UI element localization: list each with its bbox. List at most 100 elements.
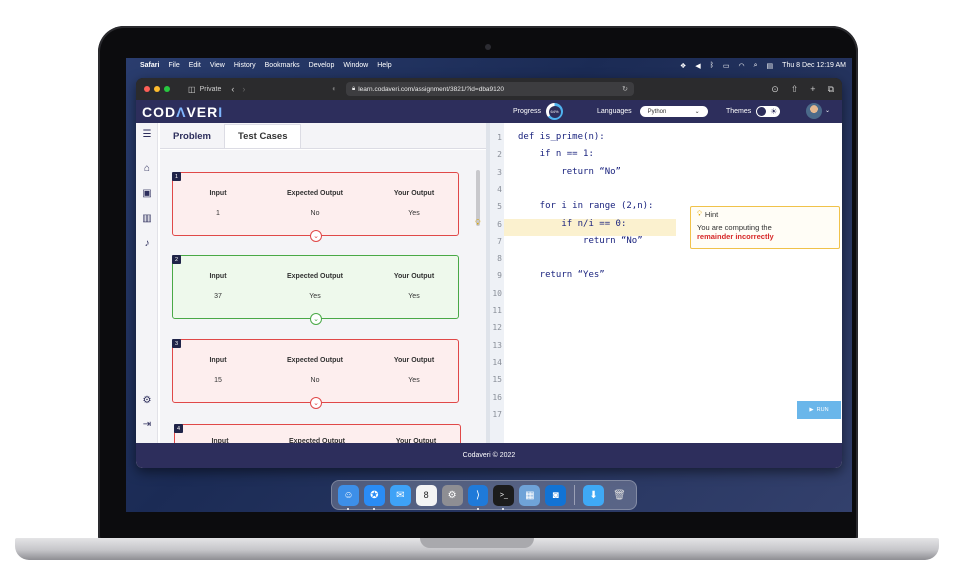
test-case-number: 3	[172, 339, 181, 348]
expand-chevron-icon[interactable]: ⌄	[310, 230, 322, 242]
mail-icon[interactable]: ✉	[389, 484, 411, 506]
bluetooth-icon[interactable]: ᛒ	[710, 62, 714, 69]
tab-test-cases[interactable]: Test Cases	[224, 124, 302, 148]
avatar[interactable]	[806, 103, 822, 119]
line-number: 4	[497, 184, 502, 194]
test-case-card: 2 Input Expected Output Your Output 37 Y…	[172, 255, 459, 325]
tab-overview-icon[interactable]: ⧉	[828, 84, 834, 95]
expected-header: Expected Output	[286, 190, 343, 197]
settings-gear-icon[interactable]: ⚙	[141, 395, 153, 407]
hint-lightbulb-icon[interactable]: 💡︎	[475, 218, 481, 228]
language-picker: Languages Python ⌄	[597, 106, 708, 117]
system-preferences-icon[interactable]: ⚙	[441, 484, 463, 506]
app-header: CODΛVERI Progress 64% Languages Python ⌄	[136, 100, 842, 123]
minimize-window-button[interactable]	[154, 86, 160, 92]
vscode-icon[interactable]: ⟩	[467, 484, 489, 510]
close-window-button[interactable]	[144, 86, 150, 92]
reload-icon[interactable]: ↻	[622, 85, 628, 93]
code-line: if n == 1:	[518, 149, 594, 160]
dropbox-icon[interactable]: ❖	[680, 62, 686, 70]
menu-help[interactable]: Help	[377, 62, 391, 69]
logout-icon[interactable]: ⇥	[141, 419, 153, 431]
run-label: RUN	[816, 407, 829, 413]
sidebar-icon[interactable]: ◫	[188, 85, 196, 94]
test-case-card: 4 Input Expected Output Your Output	[174, 424, 461, 443]
forward-icon[interactable]: ›	[242, 84, 245, 94]
menu-history[interactable]: History	[234, 62, 256, 69]
menu-bookmarks[interactable]: Bookmarks	[265, 62, 300, 69]
share-icon[interactable]: ⇧	[791, 84, 799, 95]
your-output-value: Yes	[408, 293, 420, 300]
theme-toggle[interactable]: ☀	[756, 106, 781, 117]
control-center-icon[interactable]: ▤	[767, 62, 774, 70]
bell-icon[interactable]: ♪	[141, 238, 153, 250]
menubar-clock[interactable]: Thu 8 Dec 12:19 AM	[782, 62, 846, 69]
trash-icon[interactable]: 🗑︎	[609, 485, 630, 506]
private-label: Private	[199, 85, 222, 93]
zoom-window-button[interactable]	[164, 86, 170, 92]
address-bar[interactable]: 🔒︎ learn.codaveri.com/assignment/3821/?i…	[346, 82, 634, 96]
progress-label: Progress	[513, 108, 542, 115]
account-chevron-icon[interactable]: ⌄	[825, 107, 830, 114]
laptop-notch	[420, 538, 534, 548]
line-number: 1	[497, 133, 502, 142]
line-number: 16	[492, 392, 502, 402]
line-number: 7	[497, 236, 502, 246]
codaveri-logo[interactable]: CODΛVERI	[142, 104, 223, 120]
input-value: 1	[216, 210, 220, 217]
outlook-icon[interactable]: ◙	[545, 484, 567, 506]
themes-label: Themes	[726, 108, 752, 115]
expand-chevron-icon[interactable]: ⌄	[310, 313, 322, 325]
finder-icon[interactable]: ☺	[338, 484, 359, 510]
codaveri-app: CODΛVERI Progress 64% Languages Python ⌄	[136, 100, 842, 468]
back-icon[interactable]: ‹	[231, 84, 234, 94]
safari-icon[interactable]: ✪	[363, 484, 385, 510]
your-output-header: Your Output	[393, 273, 435, 280]
new-tab-icon[interactable]: +	[810, 84, 815, 95]
hint-text-emphasis: remainder incorrectly	[697, 232, 774, 241]
calendar-icon[interactable]: 8	[415, 484, 437, 506]
line-number: 5	[497, 202, 502, 212]
run-button[interactable]: ▶ RUN	[797, 401, 841, 419]
browser-toolbar: ◫ Private ‹ › ◐ 🔒︎ learn.codaveri.com/as…	[136, 78, 842, 100]
play-icon: ▶	[809, 407, 814, 413]
line-number: 13	[492, 340, 502, 350]
mac-dock: ☺ ✪ ✉ 8 ⚙ ⟩ >_ ▦ ◙ ⬇ 🗑︎	[331, 480, 637, 510]
chart-icon[interactable]: ▥	[141, 213, 153, 225]
expand-chevron-icon[interactable]: ⌄	[310, 397, 322, 409]
tab-problem[interactable]: Problem	[160, 124, 224, 148]
mac-menubar: Safari File Edit View History Bookmarks …	[126, 58, 852, 73]
menu-develop[interactable]: Develop	[309, 62, 335, 69]
menu-view[interactable]: View	[210, 62, 225, 69]
code-line: if n/i == 0:	[518, 218, 627, 229]
battery-icon[interactable]: ▭	[723, 62, 730, 70]
menu-window[interactable]: Window	[343, 62, 368, 69]
downloads-folder-icon[interactable]: ⬇	[583, 484, 605, 506]
toolbar-actions: ⊙ ⇧ + ⧉	[771, 84, 834, 95]
expected-header: Expected Output	[286, 357, 343, 364]
languages-label: Languages	[597, 108, 632, 115]
spotlight-icon[interactable]: ⌕	[754, 62, 758, 70]
line-number: 12	[492, 323, 502, 333]
line-number: 17	[492, 409, 502, 419]
menu-file[interactable]: File	[168, 62, 179, 69]
your-output-header: Your Output	[393, 357, 435, 364]
home-icon[interactable]: ⌂	[141, 163, 153, 175]
preview-icon[interactable]: ▦	[519, 484, 541, 506]
menu-edit[interactable]: Edit	[189, 62, 201, 69]
expected-value: No	[310, 210, 320, 217]
hamburger-menu-icon[interactable]: ☰	[141, 129, 153, 141]
downloads-icon[interactable]: ⊙	[771, 84, 779, 95]
clipboard-icon[interactable]: ▣	[141, 188, 153, 200]
language-select[interactable]: Python ⌄	[639, 106, 708, 117]
code-line: return “Yes”	[518, 270, 605, 281]
url-text: learn.codaveri.com/assignment/3821/?id=d…	[358, 85, 505, 93]
menu-app-name[interactable]: Safari	[140, 62, 159, 69]
wifi-icon[interactable]: ◠	[739, 62, 745, 70]
volume-icon[interactable]: ◀︎	[695, 62, 700, 70]
privacy-shield-icon[interactable]: ◐	[332, 84, 337, 93]
hint-title: Hint	[704, 210, 719, 219]
test-case-card: 3 Input Expected Output Your Output 15 N…	[172, 339, 459, 409]
terminal-icon[interactable]: >_	[493, 484, 515, 510]
code-editor[interactable]: 1 2 3 4 5 6 7 8 9 10 11 12 13 14 15 16 17 💡︎ Hint You are…	[490, 123, 842, 443]
